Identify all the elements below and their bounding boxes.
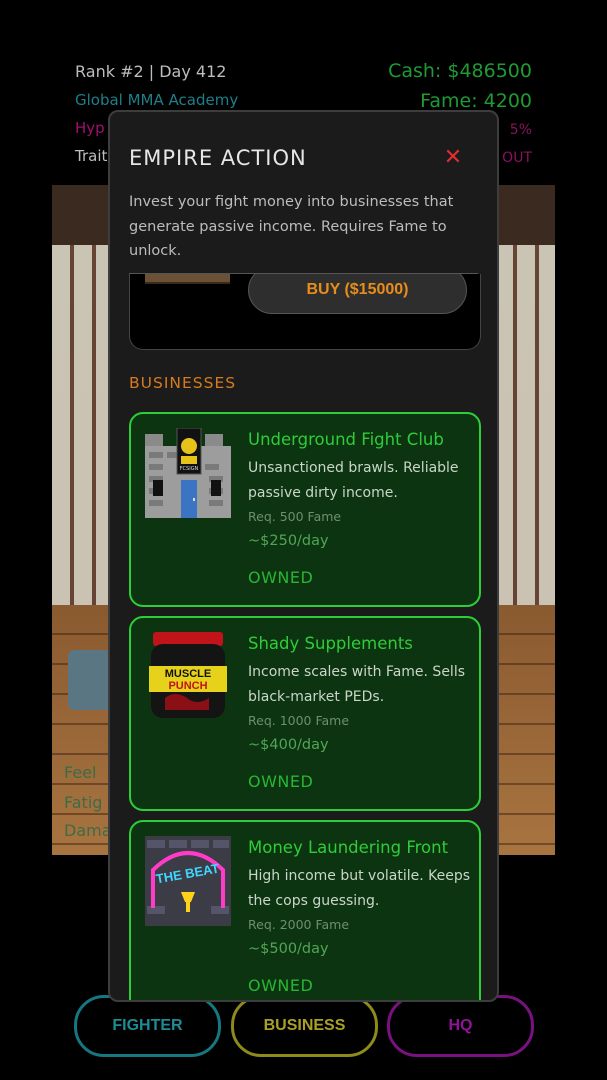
nav-hq-button[interactable]: HQ: [387, 995, 534, 1057]
supplement-label-line1: MUSCLE: [165, 668, 211, 680]
modal-title: EMPIRE ACTION: [129, 146, 307, 170]
business-status: OWNED: [248, 976, 314, 995]
business-income: ~$400/day: [248, 737, 329, 753]
business-name: Underground Fight Club: [248, 430, 444, 449]
fight-club-building-icon: FCSIGN: [145, 428, 231, 518]
business-description: High income but volatile. Keeps the cops…: [248, 868, 471, 909]
stat-damage: Dama: [64, 821, 112, 840]
businesses-heading: BUSINESSES: [129, 374, 237, 392]
business-card[interactable]: THE BEAT Money Laundering Front High inc…: [129, 820, 481, 1000]
previous-business-card: BUY ($15000): [129, 274, 481, 350]
business-income: ~$500/day: [248, 941, 329, 957]
cash-display: Cash: $486500: [388, 60, 532, 82]
previous-business-art: [145, 274, 230, 284]
stat-feel: Feel: [64, 763, 97, 782]
empire-action-modal: EMPIRE ACTION ✕ Invest your fight money …: [108, 110, 499, 1002]
stat-fatigue: Fatig: [64, 793, 103, 812]
business-income: ~$250/day: [248, 533, 329, 549]
business-requirement: Req. 1000 Fame: [248, 713, 350, 728]
modal-description: Invest your fight money into businesses …: [129, 194, 454, 259]
supplement-tub-icon: MUSCLE PUNCH: [149, 632, 227, 718]
dojo-wall-right: [495, 245, 555, 605]
business-card[interactable]: FCSIGN Underground Fight Club Unsanction…: [129, 412, 481, 607]
business-card[interactable]: MUSCLE PUNCH Shady Supplements Income sc…: [129, 616, 481, 811]
business-status: OWNED: [248, 568, 314, 587]
buy-button[interactable]: BUY ($15000): [248, 274, 467, 314]
neon-club-sign-icon: THE BEAT: [145, 836, 231, 926]
bottom-nav: FIGHTER BUSINESS HQ: [0, 995, 607, 1057]
close-icon[interactable]: ✕: [443, 147, 463, 169]
supplement-label-line2: PUNCH: [168, 680, 207, 692]
dojo-wall-left: [52, 245, 112, 605]
business-name: Shady Supplements: [248, 634, 413, 653]
business-description: Income scales with Fame. Sells black-mar…: [248, 664, 466, 705]
business-description: Unsanctioned brawls. Reliable passive di…: [248, 460, 459, 501]
business-requirement: Req. 2000 Fame: [248, 917, 350, 932]
business-status: OWNED: [248, 772, 314, 791]
rank-day-label: Rank #2 | Day 412: [75, 62, 227, 81]
business-name: Money Laundering Front: [248, 838, 449, 857]
business-list-scroll[interactable]: BUY ($15000) BUSINESSES FCSIGN Undergrou…: [110, 274, 497, 1000]
bucket-prop: [68, 650, 112, 710]
business-requirement: Req. 500 Fame: [248, 509, 342, 524]
fight-club-sign-text: FCSIGN: [180, 466, 199, 472]
nav-fighter-button[interactable]: FIGHTER: [74, 995, 221, 1057]
nav-business-button[interactable]: BUSINESS: [231, 995, 378, 1057]
